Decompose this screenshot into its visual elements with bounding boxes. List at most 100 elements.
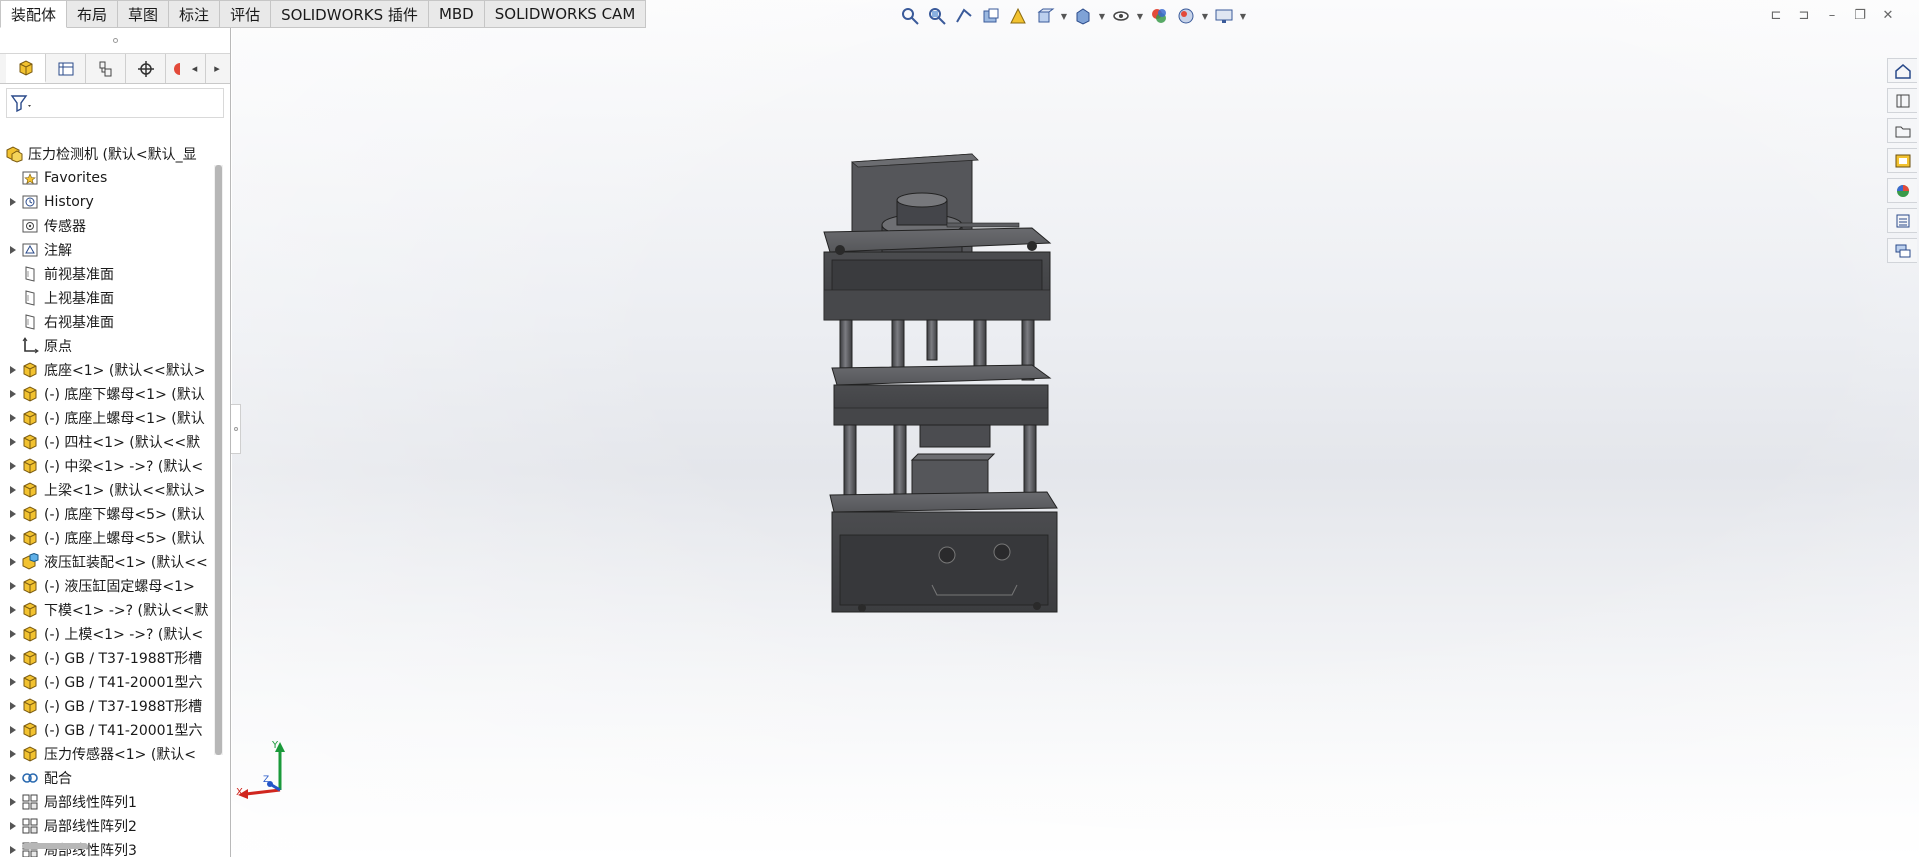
view-orientation-icon[interactable] [1033, 4, 1057, 28]
expand-caret-icon[interactable] [6, 502, 20, 526]
tile-right-icon[interactable]: ⊐ [1797, 8, 1811, 23]
appearances-icon[interactable] [1887, 178, 1917, 203]
tree-item[interactable]: 局部线性阵列2 [0, 814, 214, 838]
edit-appearance-icon[interactable] [1147, 4, 1171, 28]
forum-icon[interactable] [1887, 238, 1917, 263]
tab-markup[interactable]: 标注 [169, 0, 221, 28]
tree-item[interactable]: 上视基准面 [0, 286, 214, 310]
graphics-area[interactable] [232, 0, 1919, 857]
expand-caret-icon[interactable] [6, 550, 20, 574]
tab-configurationmanager[interactable] [86, 54, 126, 83]
tab-dimxpertmanager[interactable] [126, 54, 166, 83]
hide-show-items-icon[interactable] [1109, 4, 1133, 28]
tree-root-assembly[interactable]: 压力检测机 (默认<默认_显 [0, 142, 214, 166]
chevron-down-icon[interactable]: ▼ [1098, 12, 1106, 21]
tab-mbd[interactable]: MBD [428, 0, 485, 28]
press-assembly-model[interactable] [782, 140, 1112, 740]
tree-filter-field[interactable] [6, 88, 224, 118]
tree-item[interactable]: 压力传感器<1> (默认< [0, 742, 214, 766]
zoom-to-area-icon[interactable] [925, 4, 949, 28]
panel-resize-grip[interactable] [0, 28, 230, 54]
tree-item[interactable]: (-) 底座上螺母<1> (默认 [0, 406, 214, 430]
expand-caret-icon[interactable] [6, 790, 20, 814]
tree-vertical-scrollbar[interactable] [214, 165, 223, 755]
expand-caret-icon[interactable] [6, 238, 20, 262]
tree-item[interactable]: 注解 [0, 238, 214, 262]
tree-item[interactable]: 底座<1> (默认<<默认> [0, 358, 214, 382]
dynamic-annotation-icon[interactable] [1006, 4, 1030, 28]
tree-item[interactable]: 前视基准面 [0, 262, 214, 286]
scroll-tabs-left-button[interactable]: ◂ [184, 54, 206, 83]
tree-item[interactable]: Favorites [0, 166, 214, 190]
tab-solidworks-cam[interactable]: SOLIDWORKS CAM [484, 0, 647, 28]
expand-caret-icon[interactable] [6, 766, 20, 790]
panel-splitter-handle[interactable] [231, 404, 241, 454]
expand-caret-icon[interactable] [6, 478, 20, 502]
expand-caret-icon[interactable] [6, 574, 20, 598]
tree-item[interactable]: 右视基准面 [0, 310, 214, 334]
tab-layout[interactable]: 布局 [67, 0, 119, 28]
solidworks-resources-icon[interactable] [1887, 58, 1917, 83]
tree-item[interactable]: (-) 底座下螺母<1> (默认 [0, 382, 214, 406]
expand-caret-icon[interactable] [6, 454, 20, 478]
tab-propertymanager[interactable] [46, 54, 86, 83]
expand-caret-icon[interactable] [6, 718, 20, 742]
zoom-to-fit-icon[interactable] [898, 4, 922, 28]
tree-item[interactable]: 配合 [0, 766, 214, 790]
tree-item[interactable]: (-) GB / T37-1988T形槽 [0, 694, 214, 718]
tab-assembly[interactable]: 装配体 [0, 0, 68, 28]
expand-caret-icon[interactable] [6, 358, 20, 382]
view-palette-icon[interactable] [1887, 148, 1917, 173]
design-library-icon[interactable] [1887, 88, 1917, 113]
tree-item[interactable]: (-) GB / T41-20001型六 [0, 718, 214, 742]
tree-item[interactable]: 局部线性阵列1 [0, 790, 214, 814]
close-icon[interactable]: ✕ [1881, 8, 1895, 23]
expand-caret-icon[interactable] [6, 382, 20, 406]
previous-view-icon[interactable] [952, 4, 976, 28]
expand-caret-icon[interactable] [6, 190, 20, 214]
tab-featuremanager[interactable] [6, 54, 46, 83]
restore-icon[interactable]: ❐ [1853, 8, 1867, 23]
expand-caret-icon[interactable] [6, 742, 20, 766]
tree-item[interactable]: 液压缸装配<1> (默认<< [0, 550, 214, 574]
tree-item[interactable]: 上梁<1> (默认<<默认> [0, 478, 214, 502]
tree-item[interactable]: 原点 [0, 334, 214, 358]
tree-item[interactable]: (-) 上模<1> ->? (默认< [0, 622, 214, 646]
tree-item[interactable]: History [0, 190, 214, 214]
chevron-down-icon[interactable]: ▼ [1060, 12, 1068, 21]
custom-properties-icon[interactable] [1887, 208, 1917, 233]
tab-sketch[interactable]: 草图 [118, 0, 170, 28]
expand-caret-icon[interactable] [6, 622, 20, 646]
display-style-icon[interactable] [1071, 4, 1095, 28]
expand-caret-icon[interactable] [6, 526, 20, 550]
file-explorer-icon[interactable] [1887, 118, 1917, 143]
expand-caret-icon[interactable] [6, 670, 20, 694]
tab-displaymanager[interactable] [166, 54, 184, 83]
chevron-down-icon[interactable]: ▼ [1239, 12, 1247, 21]
expand-caret-icon[interactable] [6, 406, 20, 430]
tile-left-icon[interactable]: ⊏ [1769, 8, 1783, 23]
chevron-down-icon[interactable]: ▼ [1136, 12, 1144, 21]
expand-caret-icon[interactable] [6, 646, 20, 670]
scroll-tabs-right-button[interactable]: ▸ [206, 54, 228, 83]
expand-caret-icon[interactable] [6, 430, 20, 454]
section-view-icon[interactable] [979, 4, 1003, 28]
expand-caret-icon[interactable] [6, 814, 20, 838]
view-settings-icon[interactable] [1212, 4, 1236, 28]
expand-caret-icon[interactable] [6, 598, 20, 622]
tree-item[interactable]: (-) GB / T37-1988T形槽 [0, 646, 214, 670]
tree-item[interactable]: (-) 液压缸固定螺母<1> [0, 574, 214, 598]
apply-scene-icon[interactable] [1174, 4, 1198, 28]
tab-solidworks-addins[interactable]: SOLIDWORKS 插件 [271, 0, 429, 28]
tab-evaluate[interactable]: 评估 [220, 0, 272, 28]
expand-caret-icon[interactable] [6, 694, 20, 718]
minimize-icon[interactable]: – [1825, 8, 1839, 23]
chevron-down-icon[interactable]: ▼ [1201, 12, 1209, 21]
tree-item[interactable]: 传感器 [0, 214, 214, 238]
tree-item[interactable]: (-) 四柱<1> (默认<<默 [0, 430, 214, 454]
tree-item[interactable]: 下模<1> ->? (默认<<默 [0, 598, 214, 622]
tree-item[interactable]: (-) 中梁<1> ->? (默认< [0, 454, 214, 478]
tree-item[interactable]: (-) GB / T41-20001型六 [0, 670, 214, 694]
tree-item[interactable]: (-) 底座下螺母<5> (默认 [0, 502, 214, 526]
tree-horizontal-scrollbar[interactable] [6, 841, 216, 851]
